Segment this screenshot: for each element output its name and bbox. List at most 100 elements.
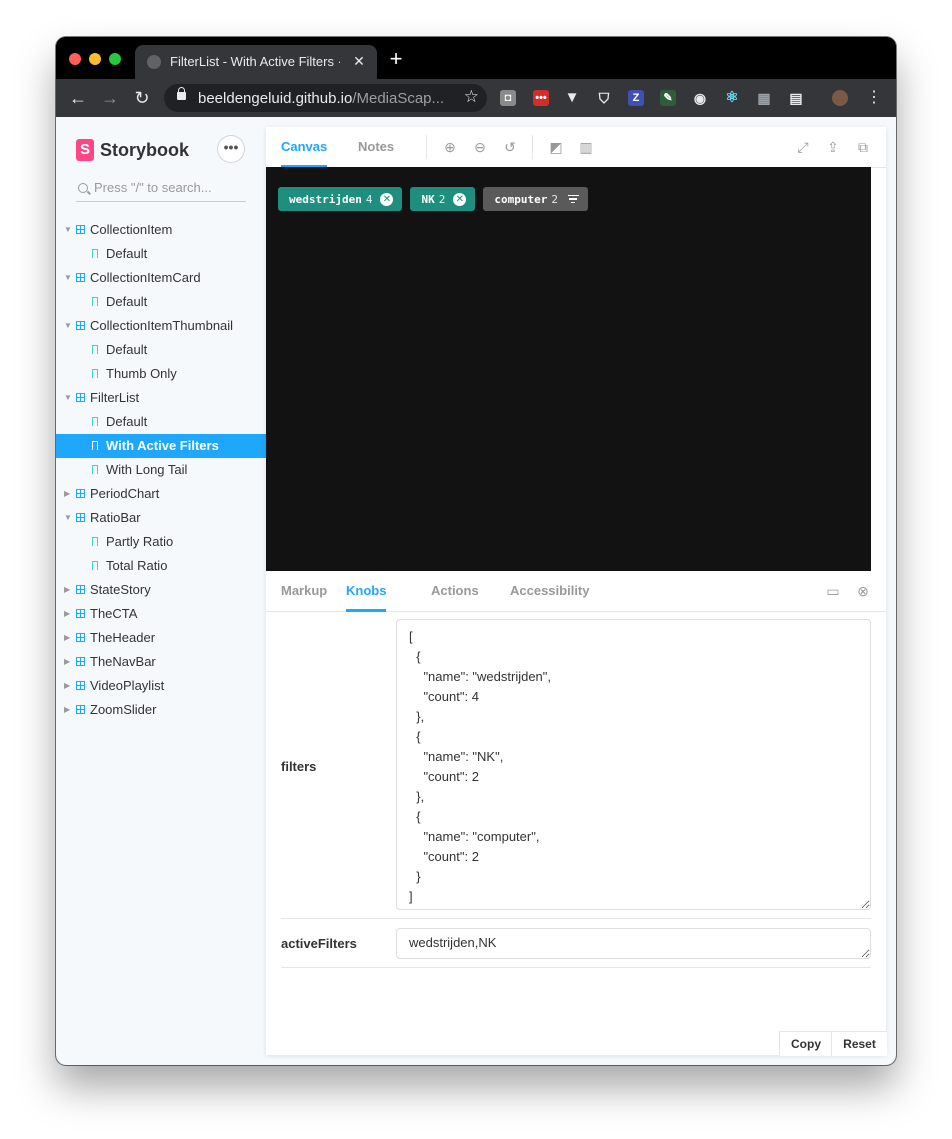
caret-down-icon: ▼ <box>64 273 72 282</box>
sidebar-story-item[interactable]: Partly Ratio <box>56 530 266 554</box>
sidebar-item-label: ZoomSlider <box>90 702 157 717</box>
sidebar-story-item[interactable]: Default <box>56 338 266 362</box>
close-tab-icon[interactable]: ✕ <box>349 51 369 71</box>
sidebar-item-label: With Long Tail <box>106 462 188 477</box>
maximize-window-button[interactable] <box>109 53 121 65</box>
bookmark-icon <box>92 249 98 258</box>
sidebar-item-label: VideoPlaylist <box>90 678 165 693</box>
tab-strip: FilterList - With Active Filters · ✕ + <box>56 37 896 79</box>
extension-print-icon[interactable]: ▤ <box>788 90 804 106</box>
share-icon[interactable]: ⇪ <box>824 138 842 156</box>
sidebar-story-item[interactable]: Default <box>56 410 266 434</box>
extension-pencil-icon[interactable]: ✎ <box>660 90 676 106</box>
zoom-in-icon[interactable]: ⊕ <box>441 138 459 156</box>
bookmark-icon <box>92 561 98 570</box>
tab-actions[interactable]: Actions <box>431 571 479 611</box>
tab-knobs[interactable]: Knobs <box>346 571 387 612</box>
sidebar-component-item[interactable]: ▶ TheHeader <box>56 626 266 650</box>
sidebar-component-item[interactable]: ▶ ZoomSlider <box>56 698 266 722</box>
copy-link-icon[interactable]: ⧉ <box>854 138 872 156</box>
sidebar-component-item[interactable]: ▼ CollectionItem <box>56 218 266 242</box>
sidebar-story-item[interactable]: Thumb Only <box>56 362 266 386</box>
sidebar-story-item[interactable]: Default <box>56 242 266 266</box>
reload-icon[interactable]: ↻ <box>130 86 154 110</box>
extension-chat-icon[interactable]: ◘ <box>500 90 516 106</box>
panel-position-icon[interactable]: ▭ <box>824 582 842 600</box>
sidebar-component-item[interactable]: ▼ RatioBar <box>56 506 266 530</box>
sidebar-component-item[interactable]: ▼ CollectionItemCard <box>56 266 266 290</box>
zoom-out-icon[interactable]: ⊖ <box>471 138 489 156</box>
knob-label-filters: filters <box>281 759 317 774</box>
caret-down-icon: ▼ <box>64 225 72 234</box>
forward-icon[interactable]: → <box>98 86 122 110</box>
back-icon[interactable]: ← <box>66 86 90 110</box>
search-input[interactable] <box>94 180 244 195</box>
remove-filter-icon[interactable]: ✕ <box>380 192 394 206</box>
close-panel-icon[interactable]: ⊗ <box>854 582 872 600</box>
component-icon <box>76 321 85 330</box>
caret-right-icon: ▶ <box>64 681 71 690</box>
address-bar[interactable]: beeldengeluid.github.io/MediaScap... ☆ <box>164 84 487 112</box>
sidebar-item-label: Default <box>106 342 148 357</box>
profile-avatar[interactable] <box>832 90 848 106</box>
copy-button[interactable]: Copy <box>779 1031 832 1056</box>
sidebar-story-item[interactable]: Total Ratio <box>56 554 266 578</box>
filter-count: 4 <box>365 192 373 206</box>
close-window-button[interactable] <box>69 53 81 65</box>
sidebar-story-item[interactable]: With Long Tail <box>56 458 266 482</box>
active-filters-field[interactable]: wedstrijden,NK <box>396 928 871 959</box>
filters-json-field[interactable]: [ { "name": "wedstrijden", "count": 4 },… <box>396 619 871 910</box>
sidebar-item-label: Partly Ratio <box>106 534 174 549</box>
extension-vue-icon[interactable]: ▼ <box>564 90 580 106</box>
tab-accessibility[interactable]: Accessibility <box>510 571 590 611</box>
caret-right-icon: ▶ <box>64 633 71 642</box>
bookmark-icon <box>92 417 98 426</box>
fullscreen-icon[interactable]: ⤢ <box>794 138 812 156</box>
bookmark-star-icon[interactable]: ☆ <box>464 87 479 107</box>
background-icon[interactable]: ◩ <box>547 138 565 156</box>
bookmark-icon <box>92 537 98 546</box>
tab-markup[interactable]: Markup <box>281 571 327 611</box>
sidebar-item-label: With Active Filters <box>106 438 219 453</box>
ellipsis-menu-button[interactable]: ••• <box>218 136 244 162</box>
tab-canvas[interactable]: Canvas <box>281 127 328 168</box>
sidebar-component-item[interactable]: ▼ CollectionItemThumbnail <box>56 314 266 338</box>
filter-name: NK <box>421 192 435 206</box>
url-text: beeldengeluid.github.io/MediaScap... <box>198 90 445 107</box>
extension-camera-icon[interactable]: ◉ <box>692 90 708 106</box>
minimize-window-button[interactable] <box>89 53 101 65</box>
remove-filter-icon[interactable]: ✕ <box>453 192 467 206</box>
filter-pill[interactable]: wedstrijden 4 ✕ <box>278 187 403 211</box>
sidebar-story-item[interactable]: With Active Filters <box>56 434 266 458</box>
sidebar-component-item[interactable]: ▼ FilterList <box>56 386 266 410</box>
extension-zotero-icon[interactable]: Z <box>628 90 644 106</box>
preview-toolbar: Canvas Notes ⊕ ⊖ ↺ ◩ ▥ ⤢ ⇪ ⧉ <box>266 127 886 168</box>
component-icon <box>76 225 85 234</box>
reset-button[interactable]: Reset <box>831 1031 887 1056</box>
filter-pill[interactable]: computer 2 <box>483 187 588 211</box>
sidebar-component-item[interactable]: ▶ StateStory <box>56 578 266 602</box>
storybook-logo[interactable]: S Storybook <box>76 139 189 161</box>
sidebar-component-item[interactable]: ▶ TheCTA <box>56 602 266 626</box>
sidebar-component-item[interactable]: ▶ TheNavBar <box>56 650 266 674</box>
browser-tab[interactable]: FilterList - With Active Filters · ✕ <box>135 45 377 79</box>
sidebar-component-item[interactable]: ▶ PeriodChart <box>56 482 266 506</box>
sidebar-item-label: StateStory <box>90 582 151 597</box>
extension-grid-icon[interactable]: ▦ <box>756 90 772 106</box>
extension-pocket-icon[interactable]: ⛉ <box>596 90 612 106</box>
grid-icon[interactable]: ▥ <box>577 138 595 156</box>
new-tab-icon[interactable]: + <box>386 48 406 70</box>
addons-panel: Markup Knobs Actions Accessibility ▭ ⊗ f… <box>266 571 887 1056</box>
sidebar-story-item[interactable]: Default <box>56 290 266 314</box>
extension-react-icon[interactable]: ⚛ <box>724 90 740 106</box>
extension-lastpass-icon[interactable]: ••• <box>533 90 549 106</box>
component-icon <box>76 657 85 666</box>
filter-pill[interactable]: NK 2 ✕ <box>410 187 476 211</box>
storybook-brand-name: Storybook <box>100 139 190 160</box>
more-menu-icon[interactable]: ⋮ <box>862 86 886 110</box>
filter-list: wedstrijden 4 ✕ NK 2 ✕ computer 2 <box>278 187 596 211</box>
tab-notes[interactable]: Notes <box>358 127 394 167</box>
zoom-reset-icon[interactable]: ↺ <box>501 138 519 156</box>
sidebar-component-item[interactable]: ▶ VideoPlaylist <box>56 674 266 698</box>
search-field[interactable] <box>76 179 246 202</box>
